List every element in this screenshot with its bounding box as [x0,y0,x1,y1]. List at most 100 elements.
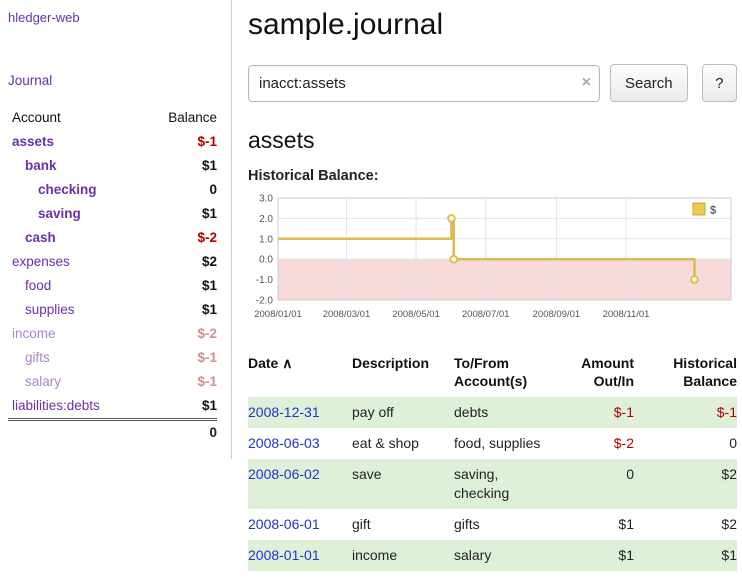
account-link[interactable]: food [25,278,51,293]
transaction-description: eat & shop [344,428,446,459]
svg-text:1.0: 1.0 [259,234,273,245]
account-row: saving $1 [8,202,217,226]
app-title-link[interactable]: hledger-web [8,10,217,25]
transaction-date-link[interactable]: 2008-12-31 [248,404,320,420]
search-box: × [248,65,600,102]
svg-text:2008/01/01: 2008/01/01 [254,309,302,320]
account-link[interactable]: checking [38,182,97,197]
accounts-total-row: 0 [8,420,217,446]
svg-text:-1.0: -1.0 [256,275,274,286]
account-balance: $1 [144,298,217,322]
account-balance: $-1 [144,346,217,370]
transaction-date-link[interactable]: 2008-06-01 [248,516,320,532]
balance-header-line2: Balance [683,373,737,389]
search-input[interactable] [248,65,600,102]
account-row: checking 0 [8,178,217,202]
svg-text:2008/03/01: 2008/03/01 [323,309,371,320]
account-balance: $1 [144,154,217,178]
account-balance: $-1 [144,130,217,154]
clear-search-icon[interactable]: × [582,73,591,93]
account-balance: $-1 [144,370,217,394]
nav-journal-link[interactable]: Journal [8,73,217,88]
account-header-line1: To/From [454,355,509,371]
register-header-row: Date ∧ Description To/From Account(s) Am… [248,350,737,397]
account-balance: $1 [144,274,217,298]
transaction-accounts: gifts [446,509,562,540]
sort-asc-icon: ∧ [282,355,292,371]
transaction-date-link[interactable]: 2008-01-01 [248,547,320,563]
account-balance: $-2 [144,322,217,346]
transaction-accounts: food, supplies [446,428,562,459]
svg-text:2008/05/01: 2008/05/01 [392,309,440,320]
account-row: gifts $-1 [8,346,217,370]
help-button[interactable]: ? [702,64,737,102]
amount-header-line2: Out/In [594,373,634,389]
register-row: 2008-06-03 eat & shop food, supplies $-2… [248,428,737,459]
register-header-description: Description [344,350,446,397]
account-link[interactable]: liabilities:debts [12,398,100,413]
account-row: salary $-1 [8,370,217,394]
register-table: Date ∧ Description To/From Account(s) Am… [248,350,737,571]
search-button[interactable]: Search [610,64,688,102]
transaction-accounts: salary [446,540,562,571]
transaction-balance: $2 [642,459,737,509]
amount-header-line1: Amount [581,355,634,371]
account-row: expenses $2 [8,250,217,274]
balance-header-line1: Historical [673,355,737,371]
svg-text:2.0: 2.0 [259,214,273,225]
account-row: liabilities:debts $1 [8,394,217,420]
transaction-amount: $1 [562,509,642,540]
register-header-amount: Amount Out/In [562,350,642,397]
register-header-account: To/From Account(s) [446,350,562,397]
transaction-description: gift [344,509,446,540]
account-row: bank $1 [8,154,217,178]
transaction-date-link[interactable]: 2008-06-03 [248,435,320,451]
main-content: sample.journal × Search ? assets Histori… [248,0,737,571]
transaction-accounts: saving, checking [446,459,562,509]
account-link[interactable]: gifts [25,350,50,365]
legend-swatch [693,203,705,215]
transaction-description: income [344,540,446,571]
account-balance: $1 [144,394,217,420]
account-link[interactable]: assets [12,134,54,149]
chart-title: Historical Balance: [248,168,737,184]
account-link[interactable]: supplies [25,302,75,317]
svg-text:2008/09/01: 2008/09/01 [533,309,581,320]
register-header-date[interactable]: Date ∧ [248,350,344,397]
transaction-balance: $2 [642,509,737,540]
account-balance: $1 [144,202,217,226]
transaction-accounts: debts [446,397,562,428]
account-row: assets $-1 [8,130,217,154]
historical-balance-chart: 3.02.01.00.0-1.0-2.02008/01/012008/03/01… [248,192,737,324]
transaction-description: save [344,459,446,509]
account-row: supplies $1 [8,298,217,322]
transaction-description: pay off [344,397,446,428]
account-header-line2: Account(s) [454,373,527,389]
transaction-date-link[interactable]: 2008-06-02 [248,466,320,482]
svg-text:2008/07/01: 2008/07/01 [462,309,510,320]
account-balance: $2 [144,250,217,274]
account-row: income $-2 [8,322,217,346]
account-row: food $1 [8,274,217,298]
search-form: × Search ? [248,64,737,102]
account-link[interactable]: cash [25,230,56,245]
page-title: sample.journal [248,8,737,42]
accounts-total-value: 0 [144,420,217,446]
account-link[interactable]: salary [25,374,61,389]
register-row: 2008-12-31 pay off debts $-1 $-1 [248,397,737,428]
register-row: 2008-01-01 income salary $1 $1 [248,540,737,571]
account-link[interactable]: expenses [12,254,70,269]
transaction-amount: $-1 [562,397,642,428]
account-link[interactable]: saving [38,206,81,221]
transaction-amount: 0 [562,459,642,509]
account-balance: $-2 [144,226,217,250]
account-heading: assets [248,127,737,154]
account-link[interactable]: bank [25,158,57,173]
svg-text:2008/11/01: 2008/11/01 [603,309,650,320]
svg-text:-2.0: -2.0 [256,296,274,307]
transaction-balance: $-1 [642,397,737,428]
accounts-header-balance: Balance [144,106,217,130]
account-link[interactable]: income [12,326,56,341]
accounts-header-row: Account Balance [8,106,217,130]
account-row: cash $-2 [8,226,217,250]
